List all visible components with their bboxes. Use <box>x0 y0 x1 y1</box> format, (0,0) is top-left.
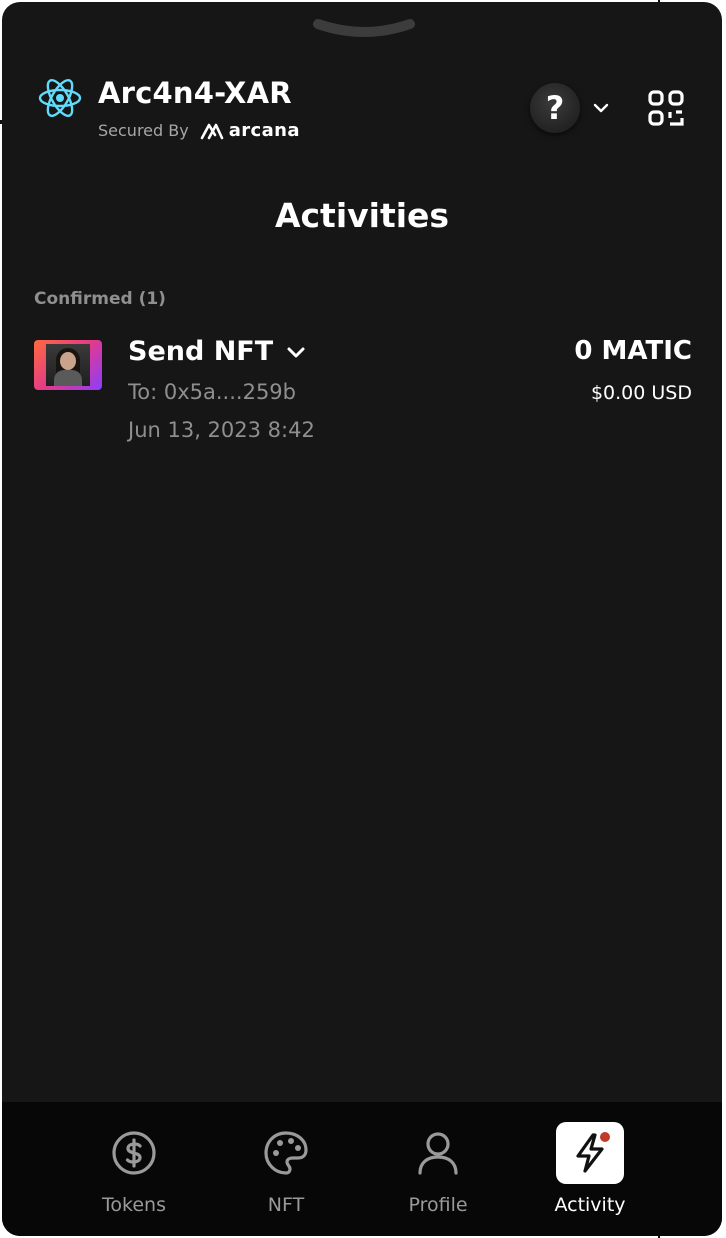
help-button[interactable]: ? <box>530 83 580 133</box>
nft-image <box>46 344 90 386</box>
header: Arc4n4-XAR Secured By arcana ? <box>2 2 722 162</box>
dollar-icon <box>112 1131 156 1175</box>
activity-date: Jun 13, 2023 8:42 <box>128 418 315 442</box>
arcana-wordmark: arcana <box>228 120 300 141</box>
activity-amount: 0 MATIC <box>574 336 692 366</box>
nav-icon-activity <box>556 1122 624 1184</box>
nav-label-profile: Profile <box>408 1194 468 1216</box>
activity-recipient: To: 0x5a....259b <box>128 380 296 404</box>
nav-item-tokens[interactable]: Tokens <box>74 1122 194 1222</box>
app-name: Arc4n4-XAR <box>98 76 292 110</box>
qr-code-icon[interactable] <box>646 88 686 128</box>
nav-item-nft[interactable]: NFT <box>226 1122 346 1222</box>
bottom-nav: Tokens NFT Profile Activity <box>2 1102 722 1236</box>
activity-item[interactable]: Send NFT To: 0x5a....259b Jun 13, 2023 8… <box>34 336 692 448</box>
nft-image-face <box>60 352 76 370</box>
user-icon <box>418 1132 458 1175</box>
arcana-brand: arcana <box>199 120 300 141</box>
notification-dot <box>600 1132 610 1142</box>
secured-by-label: Secured By <box>98 121 189 140</box>
nav-item-profile[interactable]: Profile <box>378 1122 498 1222</box>
help-icon: ? <box>545 89 565 127</box>
activity-title-label: Send NFT <box>128 336 274 367</box>
secured-by: Secured By arcana <box>98 120 300 141</box>
nav-item-activity[interactable]: Activity <box>530 1122 650 1222</box>
palette-icon <box>264 1131 308 1175</box>
arcana-logo-icon <box>200 123 224 139</box>
page-title: Activities <box>274 196 450 235</box>
activity-usd-value: $0.00 USD <box>590 382 692 404</box>
activity-title[interactable]: Send NFT <box>128 336 307 367</box>
nft-image-body <box>54 370 82 386</box>
nav-label-activity: Activity <box>554 1194 626 1216</box>
nav-label-nft: NFT <box>267 1194 305 1216</box>
wallet-panel: Arc4n4-XAR Secured By arcana ? Activitie… <box>2 2 722 1236</box>
chevron-down-icon[interactable] <box>285 341 307 363</box>
nav-icon-tokens <box>100 1122 168 1184</box>
help-dropdown[interactable]: ? <box>530 82 610 134</box>
nav-icon-profile <box>404 1122 472 1184</box>
nav-label-tokens: Tokens <box>102 1194 166 1216</box>
chevron-down-icon[interactable] <box>592 99 610 117</box>
confirmed-section-label: Confirmed (1) <box>34 289 166 309</box>
nav-icon-nft <box>252 1122 320 1184</box>
atom-logo-icon <box>38 79 82 117</box>
nft-thumbnail <box>34 340 102 390</box>
